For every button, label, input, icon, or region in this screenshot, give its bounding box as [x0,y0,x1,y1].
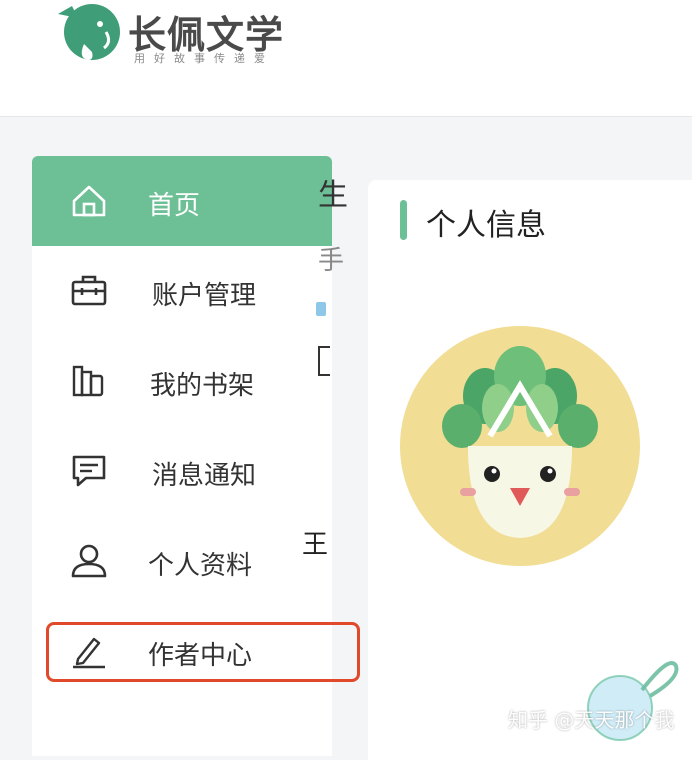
sidebar-item-label: 个人资料 [148,551,253,581]
cut-off-text: 王 [302,530,329,560]
top-header: 长佩文学 用好故事传递爱 [0,0,692,117]
cut-off-link[interactable] [316,302,326,316]
site-logo[interactable]: 长佩文学 用好故事传递爱 [54,0,294,70]
sidebar-item-label: 消息通知 [152,461,257,491]
sidebar-item-author-center[interactable]: 作者中心 [32,606,332,696]
bookshelf-icon [72,365,104,397]
sidebar-item-label: 账户管理 [152,281,257,311]
watermark: 知乎 @天天那个我 [508,708,675,732]
cut-off-text: 手 [318,246,345,276]
sidebar-item-label: 首页 [148,191,201,221]
home-icon [72,185,106,217]
logo-slogan: 用好故事传递爱 [134,52,274,65]
section-accent-bar [400,200,407,240]
sidebar-item-account[interactable]: 账户管理 [32,246,332,336]
sidebar-item-profile[interactable]: 个人资料 [32,516,332,606]
message-icon [72,455,106,487]
sidebar-nav: 首页 账户管理 我的书架 消息通知 个人资料 作者中心 [32,156,332,756]
sidebar-item-label: 作者中心 [148,641,253,671]
cut-off-button[interactable] [318,346,330,376]
pen-icon [73,637,105,669]
sidebar-item-label: 我的书架 [150,371,255,401]
sidebar-item-messages[interactable]: 消息通知 [32,426,332,516]
briefcase-icon [71,275,107,306]
sidebar-item-home[interactable]: 首页 [32,156,332,246]
user-icon [71,544,107,578]
sidebar-item-bookshelf[interactable]: 我的书架 [32,336,332,426]
elephant-logo-icon [58,4,120,60]
cut-off-nickname: 生 [318,178,348,213]
section-title: 个人信息 [426,208,546,243]
avatar[interactable] [400,326,640,566]
